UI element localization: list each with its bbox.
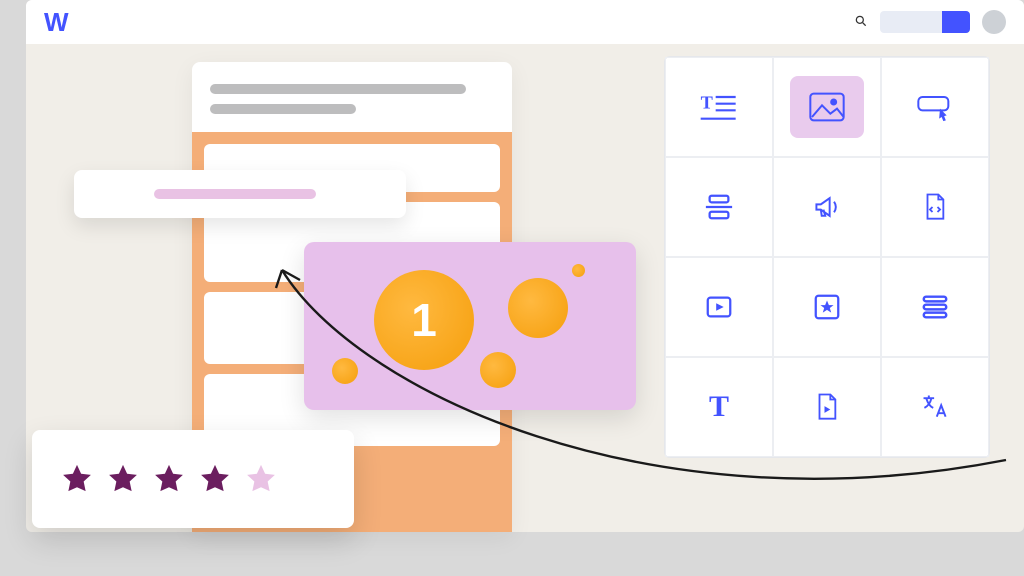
star-icon bbox=[106, 462, 140, 496]
megaphone-icon bbox=[812, 192, 842, 222]
star-empty-icon bbox=[244, 462, 278, 496]
topbar-actions bbox=[854, 10, 1006, 34]
feature-illustration-card[interactable]: 1 bbox=[304, 242, 636, 410]
decorative-orb bbox=[480, 352, 516, 388]
image-icon bbox=[807, 89, 847, 125]
decorative-orb bbox=[332, 358, 358, 384]
component-video[interactable] bbox=[665, 257, 773, 357]
component-featured[interactable] bbox=[773, 257, 881, 357]
play-box-icon bbox=[704, 292, 734, 322]
search-icon[interactable] bbox=[854, 14, 868, 31]
component-text-block[interactable]: T bbox=[665, 57, 773, 157]
translate-icon bbox=[920, 392, 950, 422]
number-orb: 1 bbox=[374, 270, 474, 370]
component-translate[interactable] bbox=[881, 357, 989, 457]
text-lines-icon: T bbox=[699, 89, 739, 125]
star-box-icon bbox=[812, 292, 842, 322]
decorative-orb bbox=[572, 264, 585, 277]
component-code-file[interactable] bbox=[881, 157, 989, 257]
skeleton-line bbox=[210, 104, 356, 114]
button-icon bbox=[915, 89, 955, 125]
component-panel: T bbox=[664, 56, 990, 458]
component-image[interactable] bbox=[773, 57, 881, 157]
rating-card bbox=[32, 430, 354, 528]
media-file-icon bbox=[812, 392, 842, 422]
list-rows-icon bbox=[920, 292, 950, 322]
component-media-file[interactable] bbox=[773, 357, 881, 457]
align-center-icon bbox=[704, 192, 734, 222]
avatar[interactable] bbox=[982, 10, 1006, 34]
code-file-icon bbox=[920, 192, 950, 222]
skeleton-line bbox=[210, 84, 466, 94]
decorative-orb bbox=[508, 278, 568, 338]
star-icon bbox=[198, 462, 232, 496]
component-divider[interactable] bbox=[665, 157, 773, 257]
component-list[interactable] bbox=[881, 257, 989, 357]
placeholder-line bbox=[154, 189, 316, 199]
heading-icon: T bbox=[709, 390, 729, 424]
component-heading[interactable]: T bbox=[665, 357, 773, 457]
component-announcement[interactable] bbox=[773, 157, 881, 257]
logo: W bbox=[44, 7, 68, 38]
floating-text-bar[interactable] bbox=[74, 170, 406, 218]
top-bar: W bbox=[26, 0, 1024, 44]
star-icon bbox=[60, 462, 94, 496]
svg-text:T: T bbox=[701, 93, 713, 113]
star-icon bbox=[152, 462, 186, 496]
toggle-pill[interactable] bbox=[880, 11, 970, 33]
component-button[interactable] bbox=[881, 57, 989, 157]
